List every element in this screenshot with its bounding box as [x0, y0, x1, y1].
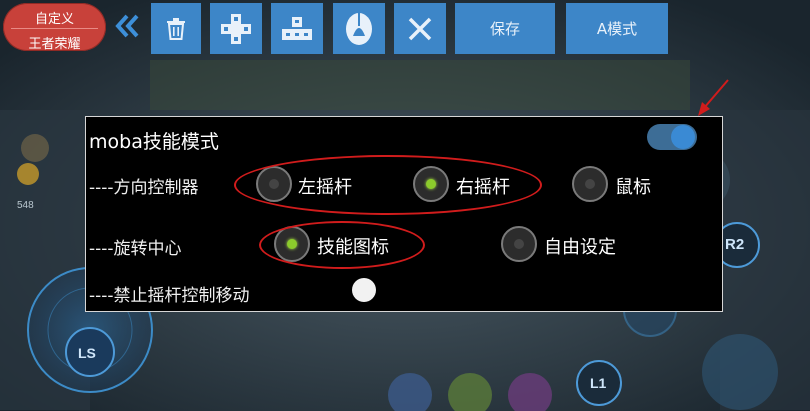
- close-icon: [408, 17, 432, 40]
- radio-dot: [426, 179, 436, 189]
- radio-dot: [514, 239, 524, 249]
- save-button[interactable]: 保存: [455, 3, 555, 54]
- add-mouse-button[interactable]: [333, 3, 385, 54]
- radio-mouse[interactable]: [572, 166, 608, 202]
- radio-dot: [585, 179, 595, 189]
- annotation-arrow-icon: [698, 79, 729, 116]
- r2-label[interactable]: R2: [725, 236, 744, 253]
- radio-left-stick[interactable]: [256, 166, 292, 202]
- dpad-compact-icon: [282, 16, 312, 40]
- disable-stick-move-label: ----禁止摇杆控制移动: [89, 286, 250, 306]
- rotation-center-label: ----旋转中心: [89, 239, 182, 259]
- collapse-toolbar-button[interactable]: [114, 12, 142, 40]
- direction-controller-label: ----方向控制器: [89, 178, 199, 198]
- moba-skill-mode-dialog: moba技能模式 ----方向控制器 左摇杆 右摇杆 鼠标 ----旋转中心 技…: [85, 116, 723, 312]
- radio-free-setting[interactable]: [501, 226, 537, 262]
- mode-button[interactable]: A模式: [566, 3, 668, 54]
- close-button[interactable]: [394, 3, 446, 54]
- radio-mouse-label[interactable]: 鼠标: [615, 173, 651, 199]
- mouse-icon: [346, 12, 372, 45]
- add-compact-dpad-button[interactable]: [271, 3, 323, 54]
- disable-stick-move-switch[interactable]: [352, 278, 376, 302]
- dpad-icon: [221, 13, 251, 44]
- double-chevron-left-icon: [115, 14, 139, 38]
- dialog-title: moba技能模式: [89, 131, 219, 153]
- gold-counter: 548: [17, 200, 34, 211]
- add-dpad-button[interactable]: [210, 3, 262, 54]
- radio-left-stick-label[interactable]: 左摇杆: [298, 173, 352, 199]
- radio-right-stick[interactable]: [413, 166, 449, 202]
- l1-label[interactable]: L1: [590, 375, 606, 391]
- preset-name-label: 自定义: [34, 12, 74, 27]
- moba-mode-toggle[interactable]: [647, 124, 697, 150]
- ls-label: LS: [78, 345, 96, 361]
- radio-dot: [287, 239, 297, 249]
- toggle-knob: [671, 125, 695, 149]
- preset-badge[interactable]: 自定义 王者荣耀: [3, 3, 106, 52]
- radio-skill-icon-label[interactable]: 技能图标: [317, 233, 389, 259]
- preset-divider: [11, 28, 98, 29]
- radio-free-setting-label[interactable]: 自由设定: [544, 233, 616, 259]
- radio-skill-icon[interactable]: [274, 226, 310, 262]
- radio-dot: [269, 179, 279, 189]
- preset-game-label: 王者荣耀: [28, 37, 81, 52]
- radio-right-stick-label[interactable]: 右摇杆: [456, 173, 510, 199]
- trash-icon: [167, 17, 185, 40]
- delete-button[interactable]: [151, 3, 201, 54]
